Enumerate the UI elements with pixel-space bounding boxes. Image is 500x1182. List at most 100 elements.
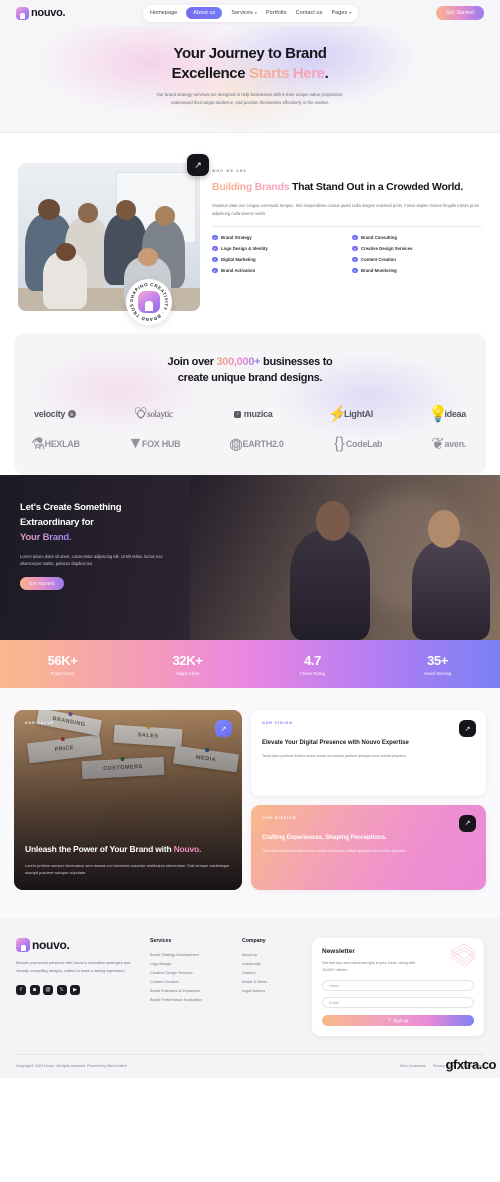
brand-logo[interactable]: nouvo. (16, 6, 66, 20)
stat-happy-client: 32K+ Happy Client (125, 653, 250, 676)
footer-link[interactable]: Brand Strategy Development (150, 951, 228, 960)
nav-item-about-us[interactable]: About us (186, 7, 223, 19)
logo-solaytic: ♡ solaytic (133, 406, 173, 423)
stamp-ring-text: SHAPING CREATIVITY · BRAND TRUST · (126, 279, 169, 322)
signup-label: Sign up (393, 1017, 409, 1023)
footer-link[interactable]: Brand Performance Evaluation (150, 996, 228, 1005)
dark-cta-line3-accent: Your Brand. (20, 531, 72, 543)
check-item: ✓ Creative Design Services (352, 245, 482, 252)
our-value-paragraph: Lorem pretium semper himenaeos sem massa… (25, 862, 230, 875)
stat-value: 35+ (427, 653, 448, 669)
facebook-icon[interactable]: f (16, 985, 26, 996)
check-item: ✓ Brand Activation (212, 267, 342, 274)
nav-menu: Homepage About us Services ▾ Portfolio Co… (143, 4, 359, 22)
our-vision-card[interactable]: OUR VISION ↗ Elevate Your Digital Presen… (251, 710, 486, 796)
newsletter-name-input[interactable]: Name (322, 979, 474, 991)
svg-text:SHAPING CREATIVITY · BRAND TRU: SHAPING CREATIVITY · BRAND TRUST · (126, 279, 169, 322)
check-icon: ✓ (352, 234, 358, 241)
check-item: ✓ Logo Design & Identity (212, 245, 342, 252)
footer-link[interactable]: Article & News (242, 978, 298, 987)
check-item: ✓ Digital Marketing (212, 256, 342, 263)
dark-cta-content: Let's Create Something Extraordinary for… (0, 475, 210, 591)
logo-cloud-heading: Join over 300,000+ businesses to create … (28, 355, 472, 387)
footer-link[interactable]: Logo Design (150, 960, 228, 969)
footer-link[interactable]: Brand Extension & Expansion (150, 987, 228, 996)
social-links: f ◙ @ 𝕏 ▶ (16, 985, 136, 996)
nav-item-services[interactable]: Services ▾ (231, 10, 257, 16)
photo-person (412, 540, 490, 641)
logo-label: EARTH2.0 (242, 439, 284, 450)
footer-link[interactable]: Content Creation (150, 978, 228, 987)
logo-label: solaytic (147, 409, 173, 420)
our-mission-arrow-button[interactable]: ↗ (459, 814, 476, 832)
footer-bottom: Copyright© 2024 Nouvo. All rights reserv… (16, 1053, 484, 1078)
newsletter-description: Get free tips and resources right in you… (322, 961, 416, 972)
checklist-column-right: ✓ Brand Consulting ✓ Creative Design Servi… (352, 234, 482, 274)
instagram-icon[interactable]: ◙ (29, 985, 40, 996)
signup-icon: ✎ (387, 1017, 392, 1023)
input-placeholder: Name (329, 982, 340, 988)
copyright-text: Copyright© 2024 Nouvo. All rights reserv… (16, 1063, 128, 1068)
photo-person-head (116, 200, 137, 220)
globe-icon: ◍ (229, 436, 243, 454)
fox-icon: ▼ (127, 435, 144, 453)
heading-pre: Join over (167, 356, 217, 369)
heading-line2: create unique brand designs. (177, 372, 323, 385)
get-started-button[interactable]: Get Started (436, 6, 484, 20)
about-text: WHO WE ARE Building Brands That Stand Ou… (212, 163, 482, 311)
title-part-a: Unleash the Power of Your Brand with (25, 844, 174, 855)
logo-foxhub: ▼ FOX HUB (127, 435, 180, 453)
nav-label: Pages (331, 10, 348, 16)
footer-services-title: Services (150, 938, 172, 945)
footer-company-title: Company (242, 938, 266, 945)
stat-label: Award Winning (423, 670, 452, 676)
dark-cta-paragraph: Lorem ipsum dolor sit amet, consectetur … (20, 553, 163, 567)
logo-muzica: ♪ muzica (233, 409, 273, 419)
nav-item-pages[interactable]: Pages ▾ (331, 10, 351, 16)
divider (212, 225, 482, 227)
nav-item-portfolio[interactable]: Portfolio (266, 10, 287, 16)
nav-item-homepage[interactable]: Homepage (150, 10, 177, 16)
footer-grid: nouvo. Elevate your brand presence with … (16, 938, 484, 1036)
leaf-icon: ❦ (431, 436, 445, 454)
stat-value: 4.7 (304, 653, 321, 669)
footer-link[interactable]: Legal Notices (242, 987, 298, 996)
dark-cta-line1: Let's Create Something (20, 502, 122, 514)
logo-hexlab: ⚗ HEXLAB (31, 436, 80, 453)
legal-link-terms[interactable]: Term of services (400, 1064, 426, 1068)
our-value-arrow-button[interactable]: ↗ (215, 720, 232, 738)
our-value-card[interactable]: PRICE SALES CUSTOMERS MEDIA BRANDING OUR… (14, 710, 242, 891)
photo-person-head (138, 247, 159, 266)
newsletter-signup-button[interactable]: ✎ Sign up (322, 1014, 474, 1026)
hero-title: Your Journey to Brand Excellence Starts … (0, 44, 500, 84)
our-vision-arrow-button[interactable]: ↗ (459, 720, 476, 738)
check-item: ✓ Brand Strategy (212, 234, 342, 241)
footer-link[interactable]: Careers (242, 969, 298, 978)
logo-cloud-section: Join over 300,000+ businesses to create … (14, 333, 486, 475)
nav-item-contact-us[interactable]: Contact us (296, 10, 323, 16)
threads-icon[interactable]: @ (43, 985, 53, 996)
about-body: Vivamus vitae urci congue commodo tempus… (212, 202, 480, 216)
hero-section: Your Journey to Brand Excellence Starts … (0, 26, 500, 134)
nouvo-logo-icon (16, 938, 30, 953)
our-vision-tag: OUR VISION (262, 721, 293, 726)
dark-cta-button[interactable]: Get Started (20, 577, 64, 591)
about-arrow-button[interactable]: ↗ (187, 154, 209, 177)
footer-link[interactable]: Creative Design Services (150, 969, 228, 978)
footer-link[interactable]: Leadership (242, 960, 298, 969)
youtube-icon[interactable]: ▶ (70, 985, 80, 996)
our-mission-card[interactable]: OUR MISSION ↗ Crafting Experiences, Shap… (251, 804, 486, 891)
logo-label: CodeLab (345, 439, 383, 450)
x-icon[interactable]: 𝕏 (56, 985, 67, 996)
our-vision-title: Elevate Your Digital Presence with Nouvo… (262, 740, 409, 747)
newsletter-email-input[interactable]: Email (322, 996, 474, 1008)
input-placeholder: Email (329, 999, 339, 1005)
about-heading-rest: That Stand Out in a Crowded World. (289, 181, 463, 194)
brand-trust-stamp: SHAPING CREATIVITY · BRAND TRUST · (126, 279, 172, 326)
footer-link[interactable]: About us (242, 951, 298, 960)
stat-label: Happy Client (175, 670, 200, 676)
footer-brand-logo[interactable]: nouvo. (16, 938, 136, 953)
newsletter-card: Newsletter Get free tips and resources r… (312, 938, 484, 1036)
bolt-icon: ⚡ (327, 406, 348, 424)
our-mission-tag: OUR MISSION (262, 815, 297, 820)
